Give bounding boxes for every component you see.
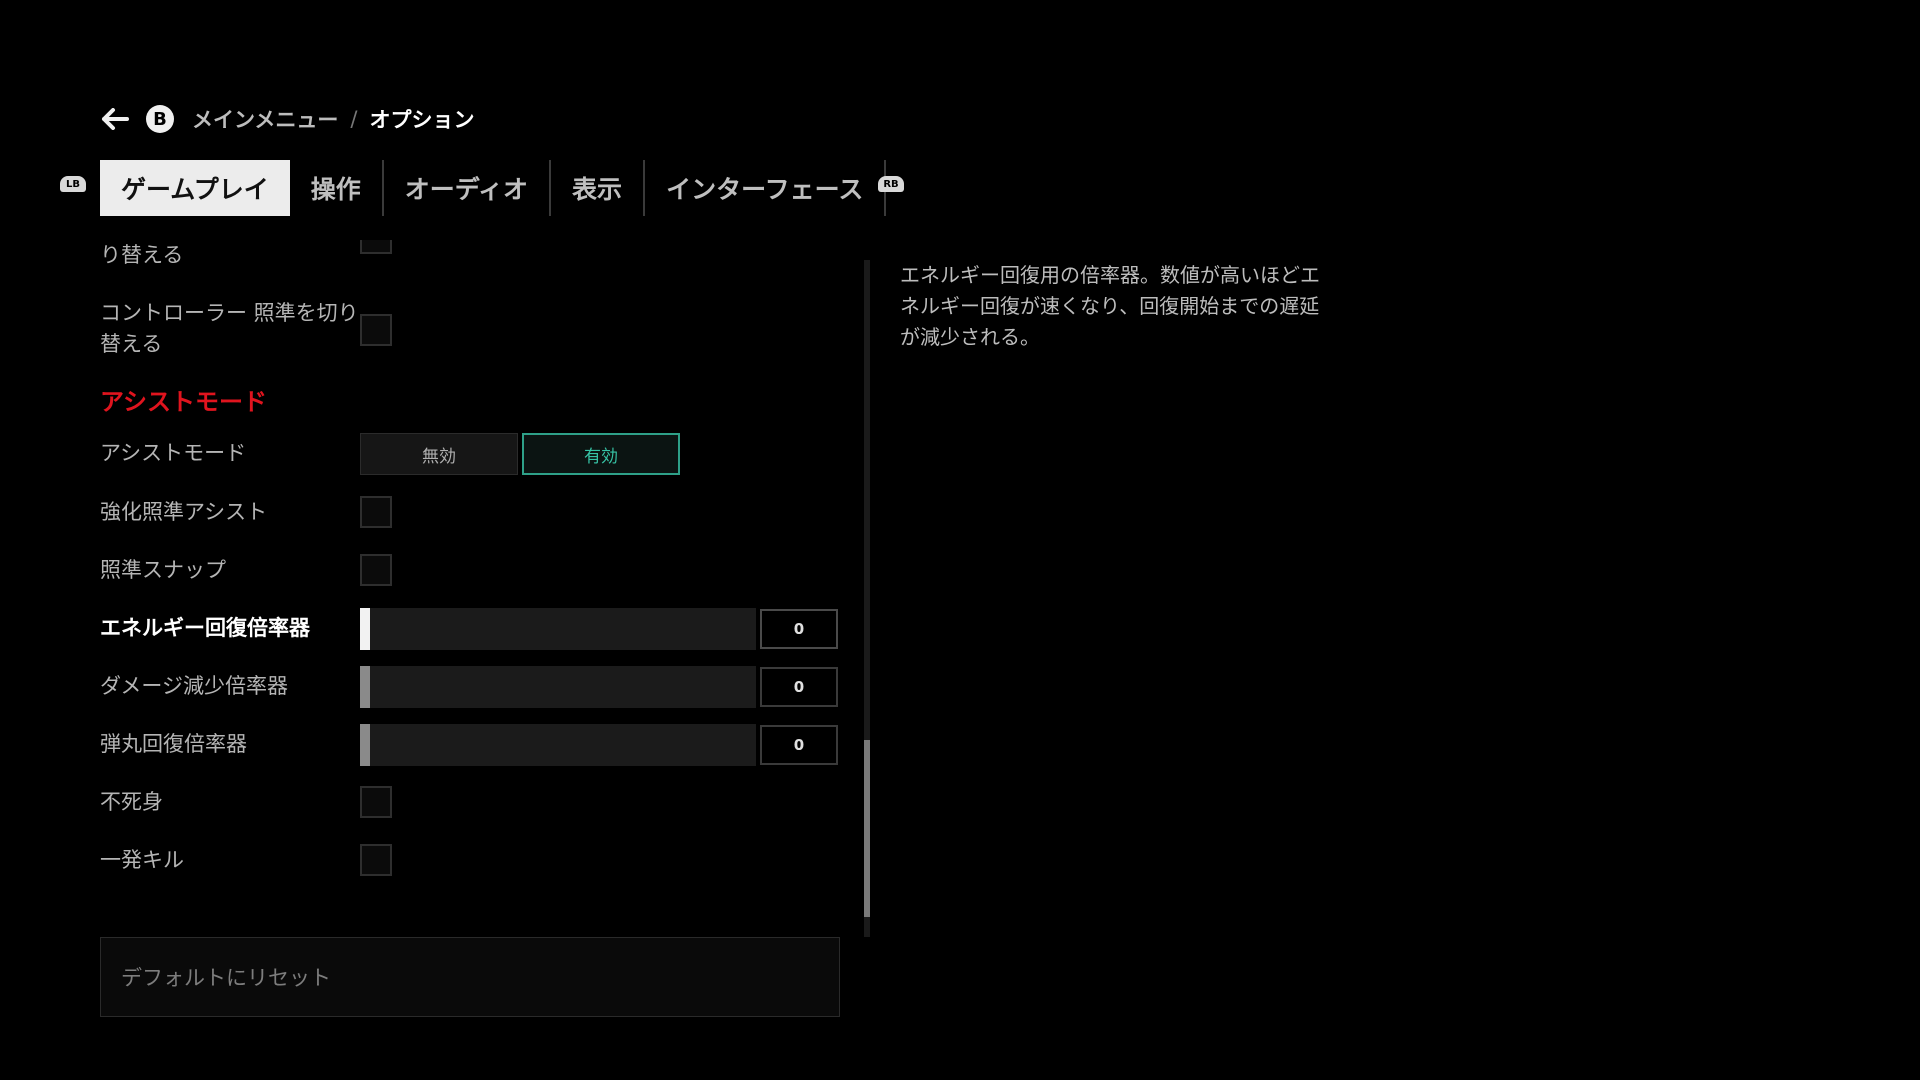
damage-reduction-slider[interactable] xyxy=(360,666,756,708)
setting-label: 不死身 xyxy=(100,790,163,814)
breadcrumb-separator: / xyxy=(350,107,358,131)
back-arrow-icon[interactable] xyxy=(100,104,130,134)
setting-label: 弾丸回復倍率器 xyxy=(100,732,247,756)
lb-bumper-icon[interactable]: LB xyxy=(60,176,86,192)
tab-display[interactable]: 表示 xyxy=(551,160,643,216)
slider-handle[interactable] xyxy=(360,666,370,708)
slider-handle[interactable] xyxy=(360,608,370,650)
reset-to-default-button[interactable]: デフォルトにリセット xyxy=(100,937,840,1017)
section-title-assist-mode: アシストモード xyxy=(100,388,268,416)
tab-controls[interactable]: 操作 xyxy=(290,160,382,216)
energy-regen-value: 0 xyxy=(760,609,838,649)
ammo-regen-value: 0 xyxy=(760,725,838,765)
rb-bumper-icon[interactable]: RB xyxy=(878,176,904,192)
settings-row-controller-aim: コントローラー 照準を切り替える xyxy=(100,298,860,360)
damage-reduction-value: 0 xyxy=(760,667,838,707)
toggle-on-button[interactable]: 有効 xyxy=(522,433,680,475)
checkbox-one-hit-kill[interactable] xyxy=(360,844,392,876)
setting-label: エネルギー回復倍率器 xyxy=(100,616,310,640)
toggle-off-button[interactable]: 無効 xyxy=(360,433,518,475)
setting-label: 一発キル xyxy=(100,848,184,872)
checkbox-enhanced-aim-assist[interactable] xyxy=(360,496,392,528)
settings-scrollbar[interactable] xyxy=(864,260,870,937)
assist-mode-toggle: 無効 有効 xyxy=(360,433,680,475)
breadcrumb: B メインメニュー / オプション xyxy=(100,103,474,135)
setting-label: ダメージ減少倍率器 xyxy=(100,674,288,698)
breadcrumb-main-menu[interactable]: メインメニュー xyxy=(192,104,338,134)
settings-list: り替える コントローラー 照準を切り替える アシストモード アシストモード 無効… xyxy=(100,240,860,920)
checkbox-partial[interactable] xyxy=(360,240,392,254)
slider-handle[interactable] xyxy=(360,724,370,766)
settings-row-aim-snap: 照準スナップ xyxy=(100,555,860,586)
energy-regen-slider[interactable] xyxy=(360,608,756,650)
setting-label: 強化照準アシスト xyxy=(100,500,268,524)
setting-label: アシストモード xyxy=(100,441,247,465)
ammo-regen-slider[interactable] xyxy=(360,724,756,766)
settings-row-enhanced-aim-assist: 強化照準アシスト xyxy=(100,497,860,528)
tab-interface[interactable]: インターフェース xyxy=(645,160,884,216)
setting-label: 照準スナップ xyxy=(100,558,226,582)
scrollbar-thumb[interactable] xyxy=(864,740,870,917)
checkbox-invincible[interactable] xyxy=(360,786,392,818)
checkbox-aim-snap[interactable] xyxy=(360,554,392,586)
tab-audio[interactable]: オーディオ xyxy=(384,160,549,216)
setting-label: コントローラー 照準を切り替える xyxy=(100,301,359,356)
settings-row-invincible: 不死身 xyxy=(100,787,860,818)
settings-row-one-hit-kill: 一発キル xyxy=(100,845,860,876)
tab-bar: ゲームプレイ 操作 オーディオ 表示 インターフェース xyxy=(100,160,887,216)
settings-row-partial: り替える xyxy=(100,240,860,271)
checkbox-controller-aim[interactable] xyxy=(360,314,392,346)
breadcrumb-current: オプション xyxy=(369,108,475,132)
tab-gameplay[interactable]: ゲームプレイ xyxy=(100,160,290,216)
setting-label: り替える xyxy=(100,243,184,267)
b-button-icon: B xyxy=(146,105,174,133)
setting-description: エネルギー回復用の倍率器。数値が高いほどエネルギー回復が速くなり、回復開始までの… xyxy=(900,263,1320,349)
